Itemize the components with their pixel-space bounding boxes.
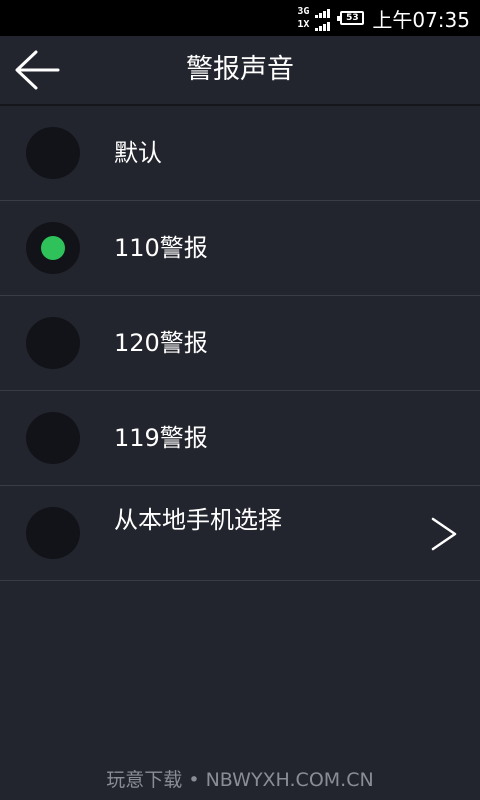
signal-bars-icon (314, 8, 331, 18)
battery-icon: 53 (337, 11, 365, 25)
network-type-1x: 1X (297, 19, 310, 30)
signal-bars-icon (314, 21, 331, 31)
status-icons: 3G 1X 53 上午07:35 (297, 0, 470, 36)
radio-button[interactable] (26, 507, 80, 559)
radio-button[interactable] (26, 222, 80, 274)
radio-selected-dot (41, 236, 65, 260)
radio-button[interactable] (26, 412, 80, 464)
back-button[interactable] (0, 36, 80, 104)
option-label: 110警报 (114, 234, 208, 262)
radio-button[interactable] (26, 317, 80, 369)
battery-level: 53 (346, 13, 359, 23)
alarm-sound-list: 默认 110警报 120警报 119警报 从本地手机选择 (0, 106, 480, 581)
watermark: 玩意下载 • NBWYXH.COM.CN (106, 769, 374, 791)
option-default[interactable]: 默认 (0, 106, 480, 201)
option-110-alarm[interactable]: 110警报 (0, 201, 480, 296)
option-119-alarm[interactable]: 119警报 (0, 391, 480, 486)
title-bar: 警报声音 (0, 36, 480, 106)
option-120-alarm[interactable]: 120警报 (0, 296, 480, 391)
radio-button[interactable] (26, 127, 80, 179)
chevron-right-icon (431, 517, 457, 551)
option-choose-local[interactable]: 从本地手机选择 (0, 486, 480, 581)
network-type-3g: 3G (297, 6, 310, 17)
arrow-left-icon (15, 50, 60, 90)
network-indicator: 3G 1X (297, 5, 331, 31)
option-label: 120警报 (114, 329, 208, 357)
option-label: 从本地手机选择 (114, 506, 282, 534)
option-label: 119警报 (114, 424, 208, 452)
status-bar: 3G 1X 53 上午07:35 (0, 0, 480, 36)
status-clock: 上午07:35 (372, 7, 470, 32)
option-label: 默认 (114, 139, 162, 167)
